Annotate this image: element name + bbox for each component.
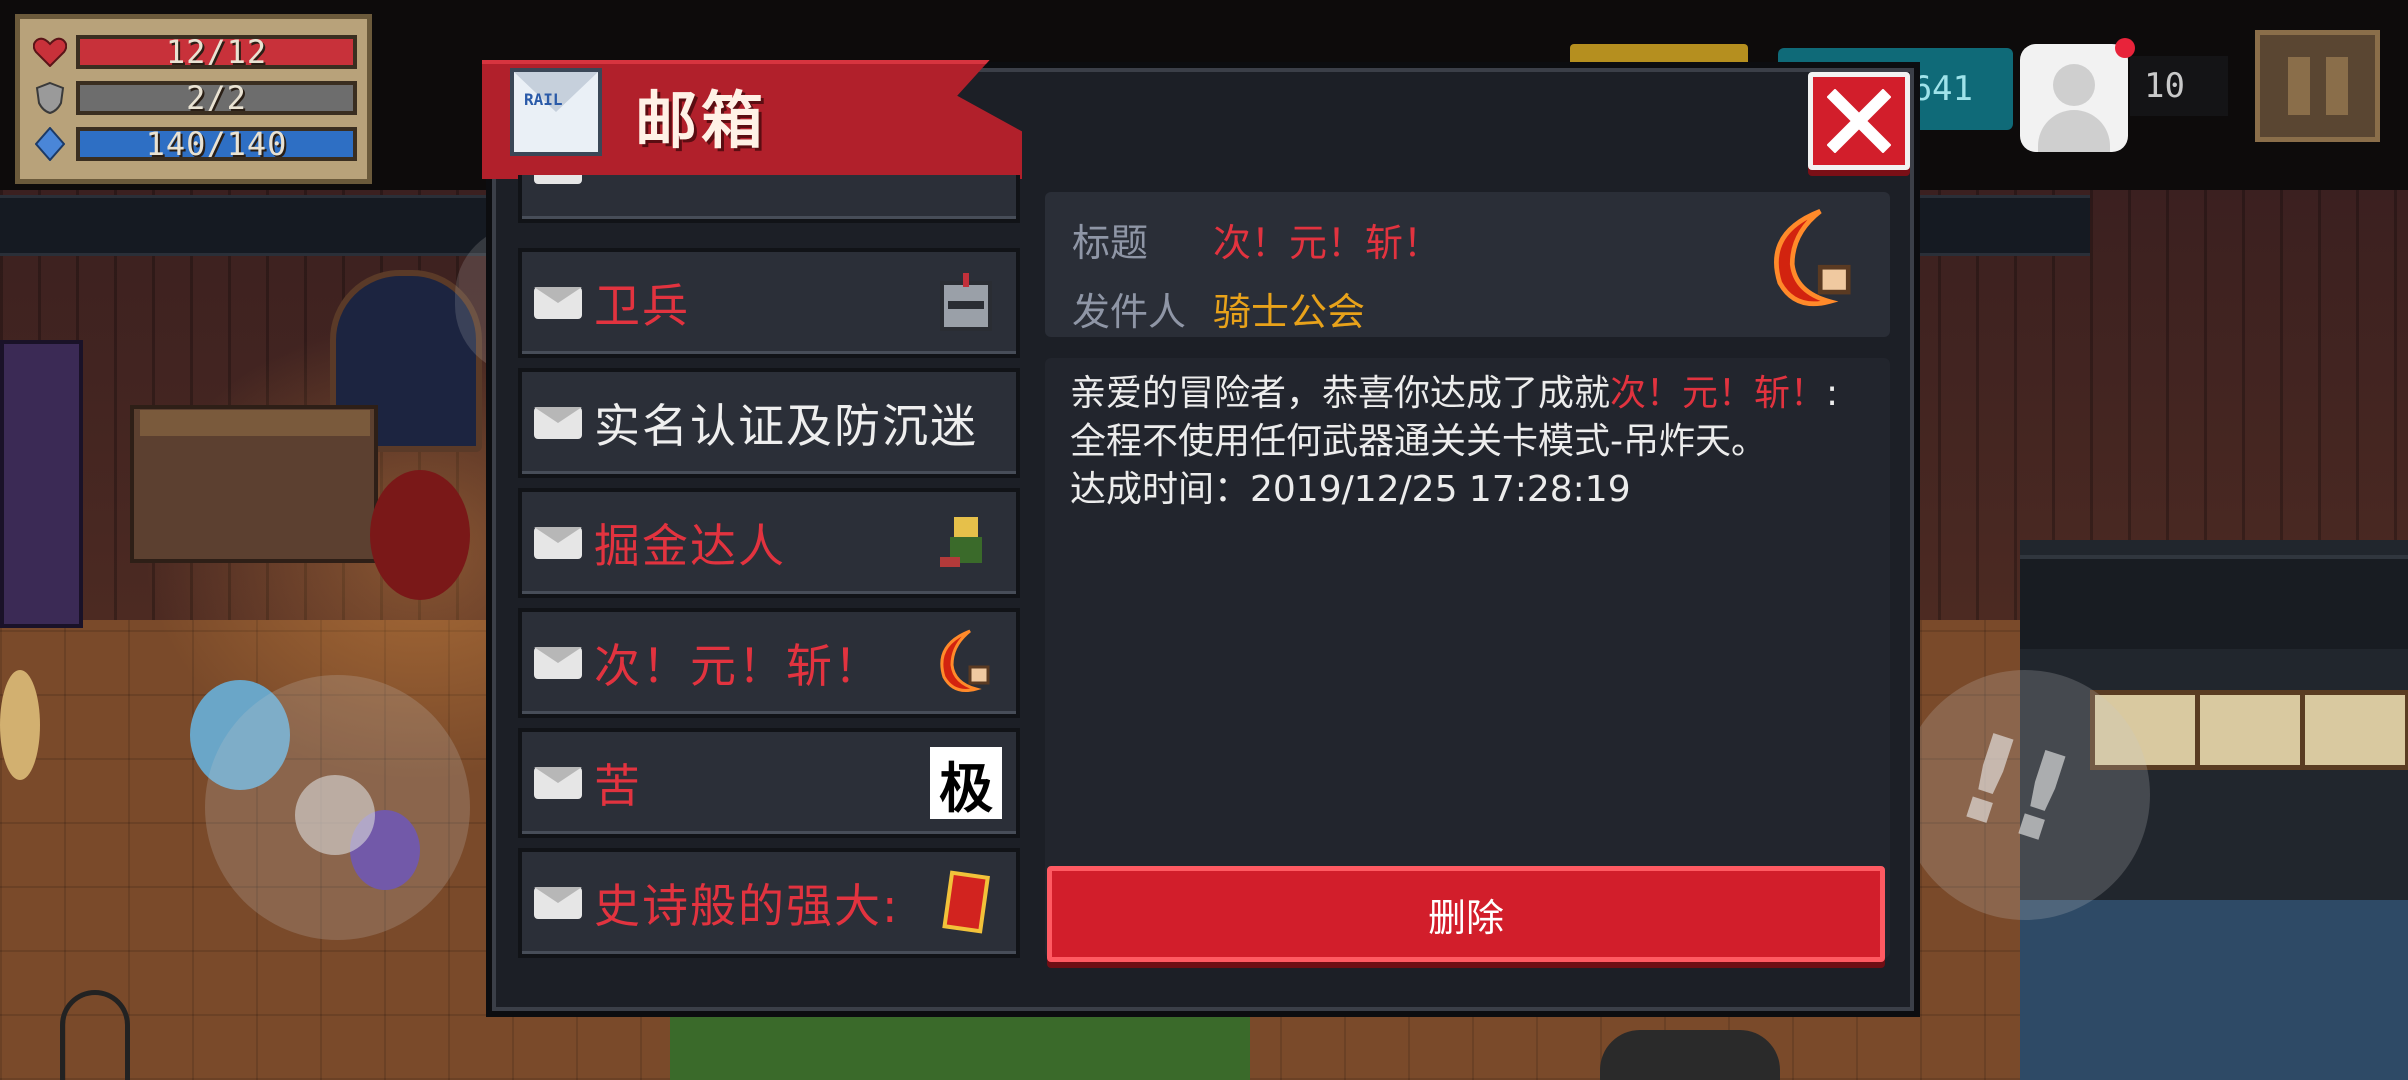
pause-button[interactable]	[2255, 30, 2380, 142]
mail-item-label: 苦	[594, 759, 642, 813]
armor-row: 2/2	[30, 75, 357, 121]
sender-label: 发件人	[1072, 290, 1187, 334]
move-joystick[interactable]	[205, 675, 470, 940]
mail-body-text: 亲爱的冒险者，恭喜你达成了成就次！元！斩！:全程不使用任何武器通关关卡模式-吊炸…	[1070, 370, 1870, 514]
table-top	[140, 410, 370, 436]
mail-item[interactable]	[518, 175, 1020, 223]
right-room-floor	[2020, 900, 2408, 1080]
npc-character	[0, 670, 40, 780]
avatar-body	[2038, 110, 2110, 152]
health-row: 12/12	[30, 29, 357, 75]
envelope-icon	[534, 767, 582, 799]
envelope-icon	[534, 175, 582, 184]
close-icon	[1827, 89, 1891, 153]
title-label: 标题	[1072, 221, 1149, 265]
avatar[interactable]	[2020, 44, 2128, 152]
mail-item-label: 掘金达人	[594, 519, 786, 573]
energy-text: 140/140	[145, 127, 288, 161]
shield-icon	[30, 80, 70, 116]
kanji-tile-text: 极	[939, 756, 993, 820]
skill-button[interactable]: !!	[1900, 670, 2150, 920]
armor-bar: 2/2	[76, 81, 357, 115]
armor-text: 2/2	[186, 81, 247, 115]
mailbox-title: 邮箱	[635, 84, 768, 157]
mail-body-intro: 亲爱的冒险者，恭喜你达成了成就	[1070, 373, 1611, 414]
floor-lamp	[60, 990, 130, 1080]
player-stats-panel: 12/12 2/2 140/140	[15, 14, 372, 184]
notification-counter: 10	[2130, 56, 2228, 116]
energy-bar: 140/140	[76, 127, 357, 161]
npc-merchant	[370, 470, 470, 600]
pause-bar-left	[2287, 57, 2310, 115]
mail-item-label: 卫兵	[594, 279, 690, 333]
skill-icon: !!	[1941, 706, 2089, 873]
notification-dot	[2115, 38, 2135, 58]
right-ledge	[2020, 555, 2408, 649]
envelope-icon	[534, 527, 582, 559]
mail-list[interactable]: 卫兵 实名认证及防沉迷 掘金达人 次！元！斩！ 苦 极 史诗般的强大:	[518, 175, 1020, 960]
delete-button-label: 删除	[1427, 895, 1504, 940]
envelope-icon	[534, 887, 582, 919]
mail-body-highlight: 次！元！斩！	[1610, 373, 1827, 414]
envelope-icon	[534, 647, 582, 679]
joystick-knob[interactable]	[295, 775, 375, 855]
mail-item-label: 次！元！斩！	[594, 639, 882, 693]
arcade-machine	[0, 340, 83, 628]
health-text: 12/12	[165, 35, 268, 69]
mail-envelope-icon: RAIL	[510, 68, 602, 156]
mail-item[interactable]: 卫兵	[518, 248, 1020, 358]
npc-head	[1600, 1030, 1780, 1080]
kanji-tile-icon: 极	[930, 747, 1002, 820]
gem-count: 641	[1911, 69, 1973, 109]
mail-body-time: 达成时间：2019/12/25 17:28:19	[1070, 469, 1631, 510]
red-card-icon	[930, 867, 1002, 939]
envelope-icon	[534, 287, 582, 319]
loot-table	[670, 1010, 1250, 1080]
mail-item[interactable]: 掘金达人	[518, 488, 1020, 598]
close-button[interactable]	[1808, 72, 1910, 170]
crescent-slash-icon	[1758, 205, 1870, 317]
health-bar: 12/12	[76, 35, 357, 69]
crescent-slash-icon	[930, 627, 1002, 699]
envelope-label: RAIL	[524, 90, 563, 109]
pause-bar-right	[2325, 57, 2348, 115]
avatar-head	[2053, 64, 2095, 106]
knight-helmet-icon	[930, 267, 1002, 339]
notification-count: 10	[2144, 66, 2185, 106]
mail-thumbnail	[930, 175, 1002, 204]
mail-item-label: 史诗般的强大:	[594, 879, 900, 933]
mail-item[interactable]: 史诗般的强大:	[518, 848, 1020, 958]
sender-value: 骑士公会	[1213, 290, 1366, 334]
title-value: 次！元！斩！	[1213, 221, 1442, 265]
mail-item-label: 实名认证及防沉迷	[594, 399, 978, 453]
energy-diamond-icon	[30, 126, 70, 162]
heart-icon	[30, 34, 70, 70]
mail-item[interactable]: 实名认证及防沉迷	[518, 368, 1020, 478]
mail-item[interactable]: 次！元！斩！	[518, 608, 1020, 718]
envelope-icon	[534, 407, 582, 439]
gold-digger-icon	[930, 507, 1002, 579]
delete-button[interactable]: 删除	[1047, 866, 1885, 962]
mail-item[interactable]: 苦 极	[518, 728, 1020, 838]
energy-row: 140/140	[30, 121, 357, 167]
